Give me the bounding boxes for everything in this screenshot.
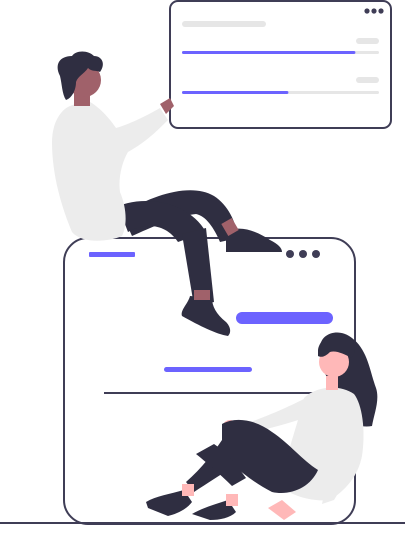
large-window-accent-line xyxy=(164,367,252,372)
small-window-row-1-tag xyxy=(356,38,379,44)
small-window-title-placeholder xyxy=(182,21,266,27)
dots-menu-icon xyxy=(364,8,384,14)
man-front-ankle xyxy=(194,290,210,300)
small-window-row-2-tag xyxy=(356,77,379,83)
large-window-accent-pill xyxy=(236,312,333,324)
illustration-svg xyxy=(0,0,405,525)
illustration-scene xyxy=(0,0,405,559)
progress-bar-2-fill xyxy=(182,91,289,94)
large-window-accent-tab xyxy=(89,252,135,257)
woman-front-ankle xyxy=(182,484,194,496)
small-window xyxy=(169,0,392,129)
progress-bar-1-fill xyxy=(182,51,356,54)
woman-neck xyxy=(326,376,338,390)
dots-menu-icon xyxy=(286,250,320,258)
woman-back-ankle xyxy=(226,494,238,506)
small-window-frame xyxy=(169,0,392,129)
